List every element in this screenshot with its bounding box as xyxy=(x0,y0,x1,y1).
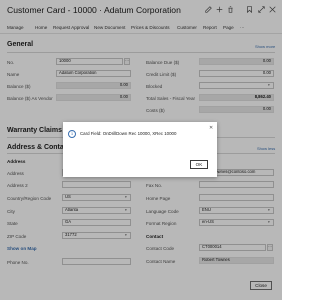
dialog-message: Card Field: OnDrillDown Rec 10000, XRec … xyxy=(80,131,177,136)
message-dialog: ✕ i Card Field: OnDrillDown Rec 10000, X… xyxy=(63,122,217,177)
ok-button[interactable]: OK xyxy=(190,160,208,169)
info-icon: i xyxy=(68,130,76,138)
dialog-close-icon[interactable]: ✕ xyxy=(209,125,213,131)
customer-card-window: Customer Card - 10000 · Adatum Corporati… xyxy=(0,0,282,300)
